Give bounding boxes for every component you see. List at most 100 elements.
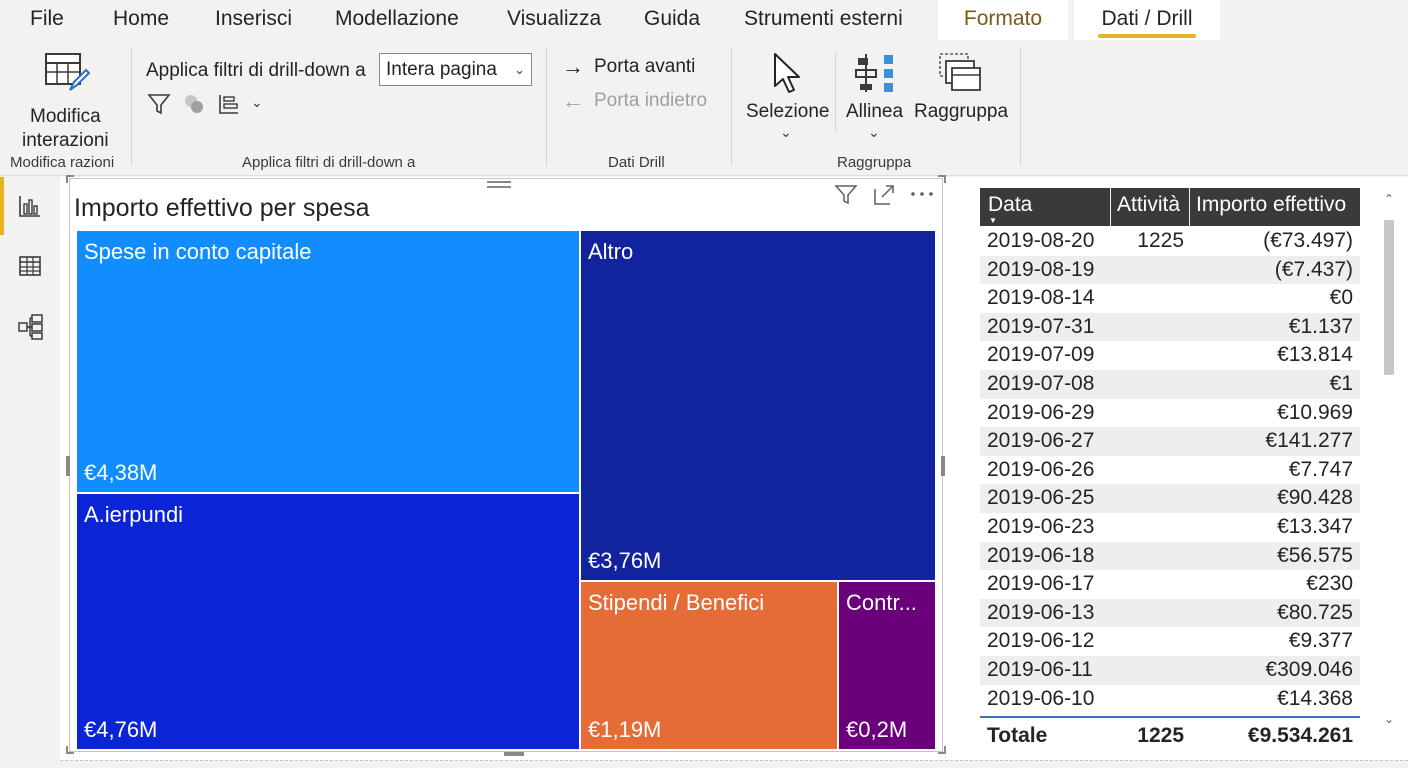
tile-label: Contr... bbox=[846, 590, 917, 615]
drill-filter-selected: Intera pagina bbox=[386, 59, 497, 80]
scroll-thumb[interactable] bbox=[1384, 220, 1394, 375]
menu-visualizza[interactable]: Visualizza bbox=[507, 0, 601, 40]
menu-modellazione[interactable]: Modellazione bbox=[335, 0, 459, 40]
report-view-button[interactable] bbox=[0, 177, 60, 235]
tile-label: Stipendi / Benefici bbox=[588, 590, 765, 615]
menu-home[interactable]: Home bbox=[113, 0, 169, 40]
table-total-row: Totale 1225 €9.534.261 bbox=[980, 716, 1360, 750]
resize-handle[interactable] bbox=[66, 456, 70, 476]
drill-back-button[interactable]: ← Porta indietro bbox=[562, 88, 712, 116]
tab-formato[interactable]: Formato bbox=[938, 0, 1068, 40]
chevron-up-icon[interactable]: ⌃ bbox=[1381, 192, 1397, 206]
treemap-tile-altro[interactable]: Altro €3,76M bbox=[581, 231, 935, 580]
cell-date: 2019-06-27 bbox=[987, 429, 1095, 453]
table-row[interactable]: 2019-08-14 €0 bbox=[980, 284, 1360, 313]
selection-label: Selezione bbox=[746, 101, 830, 122]
tile-value: €1,19M bbox=[588, 717, 662, 742]
table-header: Data ▼ Attività Importo effettivo bbox=[980, 188, 1360, 226]
resize-handle[interactable] bbox=[938, 746, 946, 754]
align-button[interactable]: Allinea ⌄ bbox=[842, 48, 908, 144]
model-view-button[interactable] bbox=[0, 297, 60, 355]
filter-icon[interactable] bbox=[834, 184, 858, 206]
treemap-tile-spese-conto-capitale[interactable]: Spese in conto capitale €4,38M bbox=[77, 231, 579, 492]
drill-filter-dropdown[interactable]: Intera pagina ⌄ bbox=[379, 53, 532, 86]
drill-back-label: Porta indietro bbox=[594, 90, 708, 111]
drag-handle-icon[interactable] bbox=[487, 178, 511, 192]
chevron-down-icon[interactable]: ⌄ bbox=[251, 94, 263, 111]
cell-amount: €1 bbox=[1329, 371, 1353, 395]
hierarchy-filter-icon[interactable] bbox=[217, 92, 241, 116]
menu-strumenti-esterni[interactable]: Strumenti esterni bbox=[744, 0, 903, 40]
canvas-bottom-edge bbox=[60, 760, 1408, 768]
cell-amount: €13.347 bbox=[1277, 514, 1353, 538]
arrow-right-icon: → bbox=[562, 54, 584, 79]
table-row[interactable]: 2019-07-31 €1.137 bbox=[980, 312, 1360, 342]
chevron-down-icon: ⌄ bbox=[868, 124, 880, 140]
table-row[interactable]: 2019-06-23 €13.347 bbox=[980, 513, 1360, 542]
drill-forward-label: Porta avanti bbox=[594, 56, 696, 77]
table-row[interactable]: 2019-06-13 €80.725 bbox=[980, 598, 1360, 628]
table-row[interactable]: 2019-06-11 €309.046 bbox=[980, 655, 1360, 685]
ribbon-separator bbox=[835, 52, 836, 132]
table-row[interactable]: 2019-06-10 €14.368 bbox=[980, 685, 1360, 714]
menu-inserisci[interactable]: Inserisci bbox=[215, 0, 292, 40]
ribbon-separator bbox=[1020, 48, 1021, 166]
cell-date: 2019-06-10 bbox=[987, 686, 1095, 710]
data-view-button[interactable] bbox=[0, 237, 60, 295]
resize-handle[interactable] bbox=[504, 752, 524, 756]
cell-amount: €1.137 bbox=[1288, 314, 1353, 338]
treemap-tile-stipendi-benefici[interactable]: Stipendi / Benefici €1,19M bbox=[581, 582, 837, 749]
table-row[interactable]: 2019-06-17 €230 bbox=[980, 570, 1360, 599]
treemap-tile-contr[interactable]: Contr... €0,2M bbox=[839, 582, 935, 749]
cell-amount: €9.377 bbox=[1288, 629, 1353, 653]
cell-amount: €56.575 bbox=[1277, 543, 1353, 567]
group-label-button: Raggruppa bbox=[914, 101, 1009, 122]
focus-mode-icon[interactable] bbox=[873, 184, 895, 206]
tile-value: €0,2M bbox=[846, 717, 908, 742]
ribbon-separator bbox=[131, 48, 132, 166]
tab-dati-drill[interactable]: Dati / Drill bbox=[1074, 0, 1220, 40]
menu-guida[interactable]: Guida bbox=[644, 0, 700, 40]
modify-interactions-button[interactable]: Modifica interazioni bbox=[10, 46, 122, 151]
view-switcher bbox=[0, 177, 60, 768]
menu-file[interactable]: File bbox=[30, 0, 64, 40]
cell-date: 2019-06-17 bbox=[987, 572, 1095, 596]
drill-forward-button[interactable]: → Porta avanti bbox=[562, 54, 712, 82]
resize-handle[interactable] bbox=[941, 456, 945, 476]
table-row[interactable]: 2019-06-26 €7.747 bbox=[980, 456, 1360, 485]
group-button[interactable]: Raggruppa bbox=[912, 48, 1012, 144]
group-label-modify: Modifica razioni bbox=[10, 154, 115, 171]
column-header-attivita[interactable]: Attività bbox=[1117, 188, 1180, 226]
table-row[interactable]: 2019-06-25 €90.428 bbox=[980, 484, 1360, 513]
chevron-down-icon[interactable]: ⌄ bbox=[1381, 712, 1397, 726]
table-row[interactable]: 2019-08-20 1225 (€73.497) bbox=[980, 227, 1360, 256]
cell-amount: €13.814 bbox=[1277, 343, 1353, 367]
group-icon bbox=[939, 53, 981, 91]
cell-amount: €7.747 bbox=[1288, 457, 1353, 481]
resize-handle[interactable] bbox=[66, 175, 74, 183]
selection-button[interactable]: Selezione ⌄ bbox=[742, 48, 830, 144]
table-row[interactable]: 2019-06-27 €141.277 bbox=[980, 427, 1360, 456]
table-row[interactable]: 2019-06-29 €10.969 bbox=[980, 399, 1360, 428]
table-row[interactable]: 2019-07-08 €1 bbox=[980, 369, 1360, 399]
table-row[interactable]: 2019-07-09 €13.814 bbox=[980, 341, 1360, 370]
resize-handle[interactable] bbox=[66, 746, 74, 754]
more-options-icon[interactable] bbox=[909, 186, 935, 202]
cell-amount: €80.725 bbox=[1277, 600, 1353, 624]
column-header-importo[interactable]: Importo effettivo bbox=[1196, 188, 1346, 226]
chevron-down-icon: ⌄ bbox=[780, 124, 792, 140]
treemap-tile-a-ierpundi[interactable]: A.ierpundi €4,76M bbox=[77, 494, 579, 749]
table-row[interactable]: 2019-06-12 €9.377 bbox=[980, 627, 1360, 656]
cell-date: 2019-06-29 bbox=[987, 400, 1095, 424]
cross-filter-icon[interactable] bbox=[182, 92, 206, 116]
table-scrollbar[interactable]: ⌃ ⌄ bbox=[1381, 190, 1397, 735]
cell-date: 2019-06-26 bbox=[987, 457, 1095, 481]
table-icon bbox=[19, 256, 41, 276]
chevron-down-icon: ⌄ bbox=[514, 62, 525, 77]
resize-handle[interactable] bbox=[938, 175, 946, 183]
treemap-title: Importo effettivo per spesa bbox=[74, 194, 370, 222]
filter-icon[interactable] bbox=[147, 92, 171, 116]
cell-date: 2019-07-09 bbox=[987, 343, 1095, 367]
table-row[interactable]: 2019-06-18 €56.575 bbox=[980, 541, 1360, 571]
table-row[interactable]: 2019-08-19 (€7.437) bbox=[980, 255, 1360, 285]
